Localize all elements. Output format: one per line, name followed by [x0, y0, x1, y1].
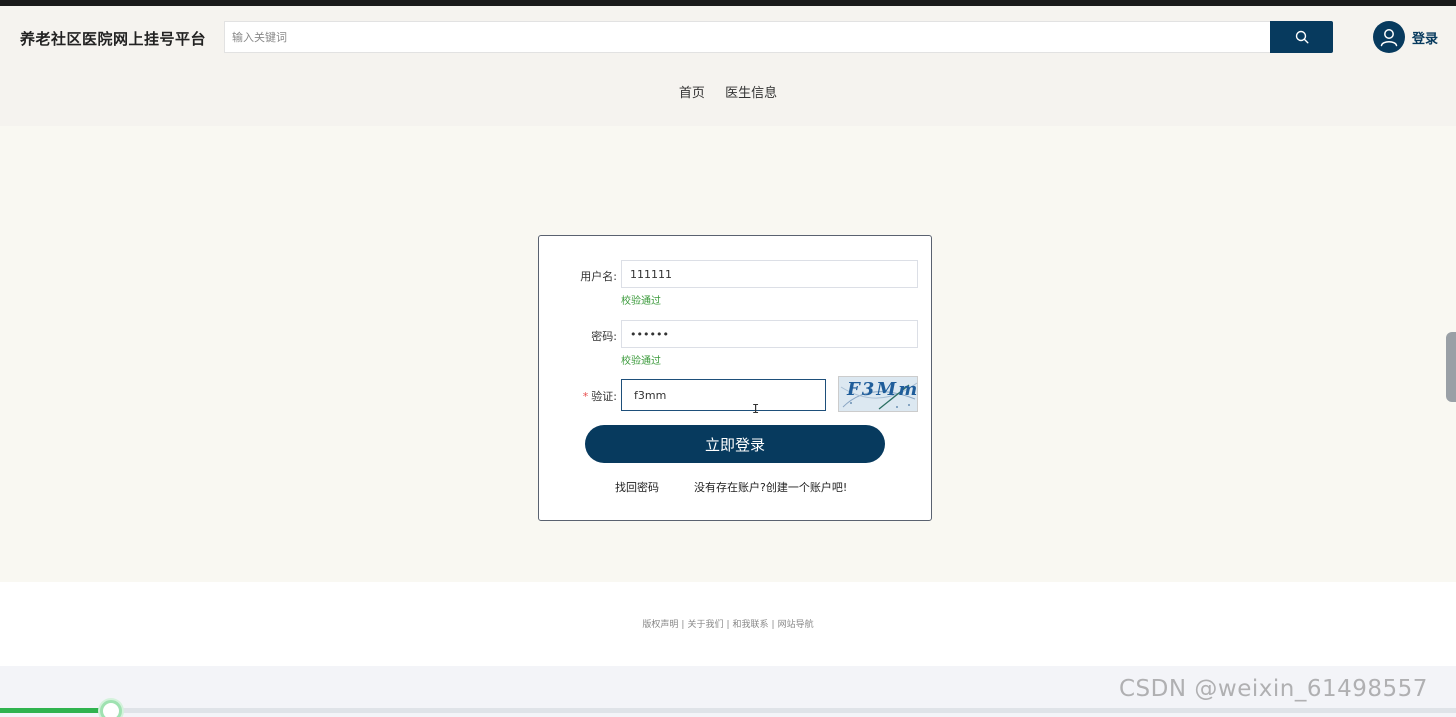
required-mark: * [582, 390, 589, 403]
video-progress-track[interactable] [0, 700, 1456, 717]
search-input[interactable] [224, 21, 1270, 53]
captcha-image[interactable]: F3Mm [838, 376, 918, 412]
footer-links: 版权声明 | 关于我们 | 和我联系 | 网站导航 [0, 617, 1456, 630]
video-progress-knob[interactable] [100, 700, 122, 717]
user-avatar[interactable] [1373, 21, 1405, 53]
video-progress-fill [0, 708, 111, 713]
password-label: 密码: [591, 330, 617, 343]
captcha-label: 验证: [591, 390, 617, 403]
register-link[interactable]: 没有存在账户?创建一个账户吧! [694, 479, 847, 495]
site-footer: 版权声明 | 关于我们 | 和我联系 | 网站导航 [0, 582, 1456, 666]
site-title: 养老社区医院网上挂号平台 [20, 30, 207, 48]
header-login-link[interactable]: 登录 [1412, 28, 1438, 47]
search-button[interactable] [1270, 21, 1333, 53]
password-valid-tip: 校验通过 [621, 356, 661, 367]
watermark: CSDN @weixin_61498557 [1119, 676, 1428, 702]
password-input[interactable] [621, 320, 918, 348]
main-content: 用户名: 校验通过 密码: 校验通过 *验证: I F3Mm 立即登录 找回密码… [0, 126, 1456, 582]
footer-link-about[interactable]: 关于我们 [687, 620, 723, 630]
footer-link-contact[interactable]: 和我联系 [733, 620, 769, 630]
site-header: 养老社区医院网上挂号平台 登录 首页 医生信息 [0, 6, 1456, 126]
nav-item-home[interactable]: 首页 [679, 86, 705, 101]
user-icon [1380, 29, 1398, 47]
captcha-text: F3Mm [847, 379, 918, 400]
username-valid-tip: 校验通过 [621, 296, 661, 307]
footer-separator: | [681, 620, 685, 630]
username-input[interactable] [621, 260, 918, 288]
username-label: 用户名: [580, 270, 617, 283]
login-submit-button[interactable]: 立即登录 [585, 425, 885, 463]
footer-separator: | [726, 620, 730, 630]
search-icon [1295, 30, 1309, 44]
login-form: 用户名: 校验通过 密码: 校验通过 *验证: I F3Mm 立即登录 找回密码… [538, 235, 932, 521]
text-cursor-icon: I [752, 402, 760, 416]
forgot-password-link[interactable]: 找回密码 [615, 479, 659, 495]
main-nav: 首页 医生信息 [0, 82, 1456, 101]
footer-separator: | [771, 620, 775, 630]
footer-link-sitemap[interactable]: 网站导航 [778, 620, 814, 630]
footer-link-copyright[interactable]: 版权声明 [642, 620, 678, 630]
captcha-input[interactable] [621, 379, 826, 411]
nav-item-doctors[interactable]: 医生信息 [725, 86, 777, 101]
side-scroll-tab[interactable] [1446, 332, 1456, 402]
captcha-label-wrap: * 验证: [547, 388, 617, 404]
search-bar [224, 21, 1333, 53]
